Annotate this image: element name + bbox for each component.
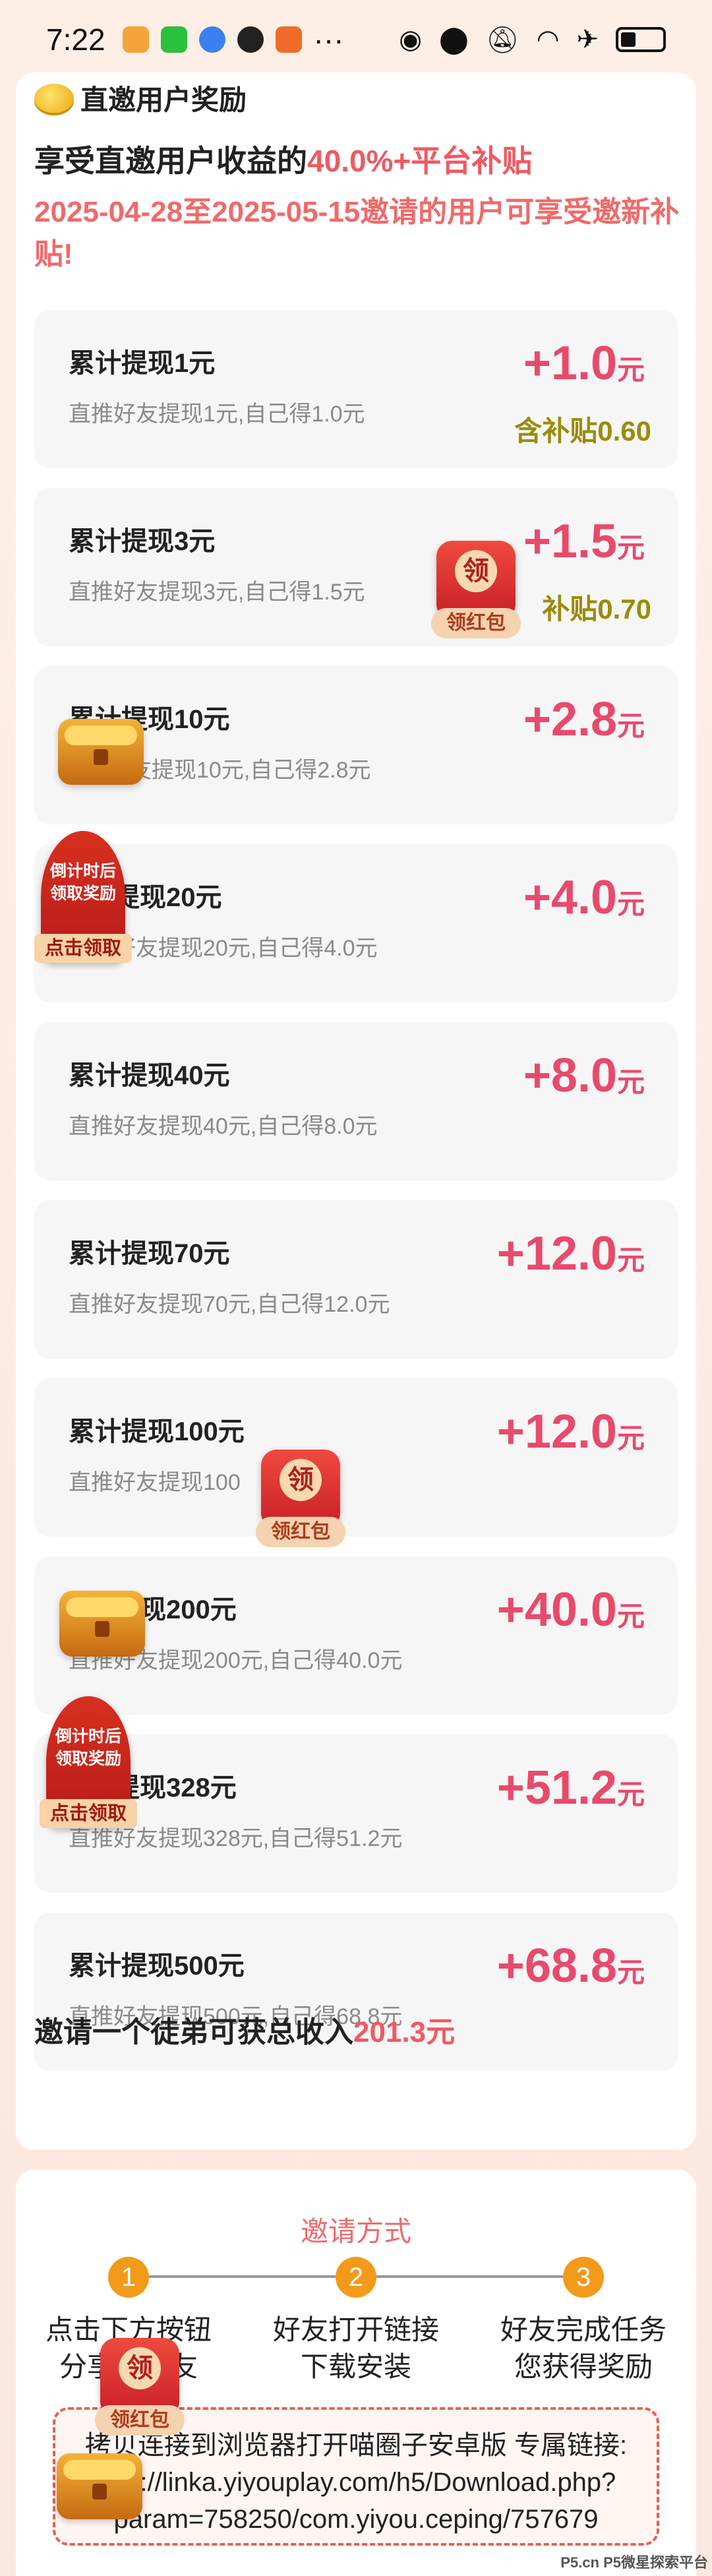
airplane-icon: ✈ <box>576 25 599 54</box>
step-number: 3 <box>563 2257 604 2298</box>
tier-title: 累计提现100元 <box>69 1417 245 1446</box>
status-app-icons: ··· <box>122 22 344 57</box>
treasure-chest-icon <box>57 2453 142 2519</box>
summary-highlight: 201.3元 <box>353 2016 456 2048</box>
redpack-label: 领红包 <box>431 608 521 638</box>
status-bar: 7:22 ··· ◉ ⬤ 🔕︎ ◠ ✈ <box>0 0 712 79</box>
countdown-envelope-icon: 倒计时后 领取奖励 点击领取 <box>40 1696 137 1828</box>
countdown-widget[interactable]: 倒计时后 领取奖励 点击领取 <box>40 1696 137 1828</box>
tier-desc: 直推好友提现40元,自己得8.0元 <box>69 1114 378 1139</box>
redpack-widget[interactable]: 领 领红包 <box>95 2338 185 2436</box>
tier-amount: +12.0元 <box>496 1227 645 1280</box>
title-row: 直邀用户奖励 <box>34 78 247 118</box>
subtitle-prefix: 享受直邀用户收益的 <box>34 144 307 178</box>
tier-desc: 直推好友提现3元,自己得1.5元 <box>69 580 365 605</box>
status-time: 7:22 <box>46 22 105 57</box>
treasure-chest-widget[interactable] <box>58 719 144 785</box>
status-system-icons: ◉ ⬤ 🔕︎ ◠ ✈ <box>399 24 666 55</box>
redpack-widget[interactable]: 领 领红包 <box>431 541 521 638</box>
redpack-widget[interactable]: 领 领红包 <box>256 1450 345 1547</box>
tier-title: 累计提现500元 <box>69 1951 245 1980</box>
countdown-widget[interactable]: 倒计时后 领取奖励 点击领取 <box>34 831 132 963</box>
tier-title: 累计提现1元 <box>69 349 216 378</box>
tier-title: 累计提现70元 <box>69 1239 230 1268</box>
tier-amount: +4.0元 <box>523 871 645 924</box>
treasure-chest-widget[interactable] <box>57 2453 142 2519</box>
tier-subsidy: 含补贴0.60 <box>514 415 651 446</box>
tier-title: 累计提现40元 <box>69 1061 230 1090</box>
tier-amount: +8.0元 <box>523 1049 645 1102</box>
music-icon <box>198 26 225 53</box>
wechat-icon <box>160 26 187 53</box>
tier-amount: +51.2元 <box>496 1762 645 1814</box>
step-number: 2 <box>336 2257 376 2298</box>
redpack-label: 领红包 <box>256 1517 345 1547</box>
tier-amount: +40.0元 <box>496 1583 645 1636</box>
step-number: 1 <box>108 2257 149 2298</box>
page-title: 直邀用户奖励 <box>80 84 247 115</box>
coin-icon <box>34 83 74 113</box>
tier-card: 累计提现40元 直推好友提现40元,自己得8.0元 +8.0元 <box>34 1022 678 1181</box>
tier-amount: +1.5元 <box>523 515 645 568</box>
claim-button: 点击领取 <box>40 1799 137 1828</box>
tier-desc: 直推好友提现1元,自己得1.0元 <box>69 402 365 427</box>
claim-button: 点击领取 <box>34 934 132 963</box>
tier-amount: +2.8元 <box>523 693 645 746</box>
tier-title: 提现20元 <box>113 883 222 912</box>
battery-icon <box>616 27 666 52</box>
subtitle: 享受直邀用户收益的40.0%+平台补贴 <box>34 137 532 181</box>
promo-notice: 2025-04-28至2025-05-15邀请的用户可享受邀新补贴! <box>34 196 680 270</box>
rewards-card: 直邀用户奖励 享受直邀用户收益的40.0%+平台补贴 2025-04-28至20… <box>16 73 696 2150</box>
tier-title: 累计提现3元 <box>69 527 216 556</box>
treasure-chest-icon <box>59 1591 145 1657</box>
watermark: P5.cn P5微星探索平台 <box>560 2554 708 2571</box>
tier-desc: 好友提现10元,自己得2.8元 <box>107 758 371 783</box>
tier-amount: +68.8元 <box>496 1940 645 1992</box>
tier-amount: +12.0元 <box>496 1405 645 1458</box>
qq-icon <box>237 26 264 53</box>
treasure-chest-widget[interactable] <box>59 1591 145 1657</box>
invite-title: 邀请方式 <box>300 2216 411 2247</box>
tier-card: 累计提现70元 直推好友提现70元,自己得12.0元 +12.0元 <box>34 1200 678 1359</box>
wifi-icon: ◠ <box>536 25 560 54</box>
location-icon: ⬤ <box>439 25 469 54</box>
tier-desc: 直推好友提现100 <box>69 1470 241 1495</box>
tier-card: 累计提现100元 直推好友提现100 +12.0元 <box>34 1378 678 1537</box>
cat-app-icon <box>122 26 149 53</box>
eye-icon: ◉ <box>399 25 423 54</box>
summary-prefix: 邀请一个徒弟可获总收入 <box>34 2016 353 2048</box>
treasure-chest-icon <box>58 719 144 785</box>
tier-desc: 好友提现20元,自己得4.0元 <box>113 936 378 961</box>
tier-card: 提现20元 好友提现20元,自己得4.0元 +4.0元 <box>34 844 678 1002</box>
tier-card: 累计提现1元 直推好友提现1元,自己得1.0元 +1.0元 含补贴0.60 <box>34 310 678 468</box>
more-dots-icon: ··· <box>313 22 344 57</box>
redpack-label: 领红包 <box>95 2405 185 2436</box>
subtitle-highlight: 40.0%+平台补贴 <box>307 144 533 178</box>
total-income-summary: 邀请一个徒弟可获总收入201.3元 <box>34 2008 455 2050</box>
countdown-envelope-icon: 倒计时后 领取奖励 点击领取 <box>34 831 132 963</box>
step-text: 好友完成任务 您获得奖励 <box>500 2314 667 2382</box>
tier-subsidy: 补贴0.70 <box>542 594 651 625</box>
tier-amount: +1.0元 <box>523 337 645 390</box>
bonus-app-icon <box>275 26 302 53</box>
mute-icon: 🔕︎ <box>485 25 519 55</box>
step-text: 好友打开链接 下载安装 <box>272 2314 439 2382</box>
tier-card: 累计提现3元 直推好友提现3元,自己得1.5元 +1.5元 补贴0.70 <box>34 488 678 646</box>
tier-desc: 直推好友提现70元,自己得12.0元 <box>69 1292 390 1317</box>
